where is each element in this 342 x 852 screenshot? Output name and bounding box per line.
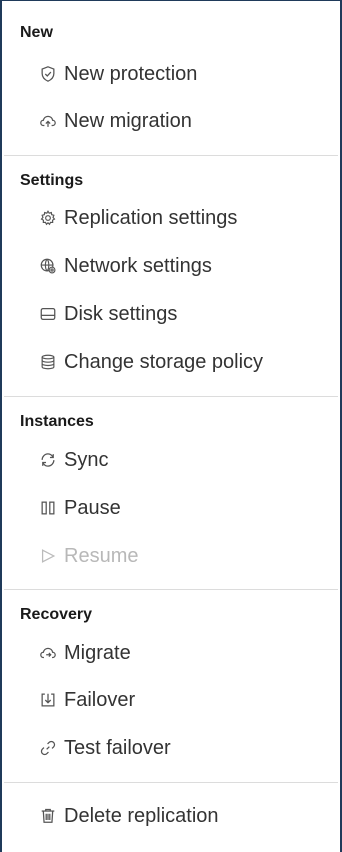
database-icon xyxy=(38,352,58,372)
section-title-recovery: Recovery xyxy=(20,606,93,623)
menu-item-label: New migration xyxy=(64,109,192,132)
divider xyxy=(4,155,338,156)
context-menu: New New protection New migration Setting… xyxy=(0,0,342,852)
menu-item-test-failover[interactable]: Test failover xyxy=(38,733,171,763)
menu-item-label: New protection xyxy=(64,62,198,85)
network-globe-icon xyxy=(38,256,58,276)
menu-item-new-protection[interactable]: New protection xyxy=(38,59,197,89)
section-title-settings: Settings xyxy=(20,172,84,189)
cloud-upload-icon xyxy=(38,111,58,131)
menu-item-disk-settings[interactable]: Disk settings xyxy=(38,299,177,329)
divider xyxy=(4,782,338,783)
menu-item-label: Sync xyxy=(64,448,109,471)
section-title-instances: Instances xyxy=(20,413,94,430)
sync-icon xyxy=(38,450,58,470)
menu-item-delete-replication[interactable]: Delete replication xyxy=(38,801,219,831)
menu-item-change-storage-policy[interactable]: Change storage policy xyxy=(38,347,263,377)
menu-item-label: Change storage policy xyxy=(64,350,264,373)
menu-item-network-settings[interactable]: Network settings xyxy=(38,251,212,281)
menu-item-pause[interactable]: Pause xyxy=(38,493,121,523)
link-icon xyxy=(38,738,58,758)
menu-item-label: Failover xyxy=(64,688,136,711)
menu-item-failover[interactable]: Failover xyxy=(38,685,135,715)
menu-item-migrate[interactable]: Migrate xyxy=(38,638,131,668)
cloud-migrate-icon xyxy=(38,643,58,663)
menu-item-label: Delete replication xyxy=(64,804,219,827)
menu-item-label: Migrate xyxy=(64,641,131,664)
menu-item-new-migration[interactable]: New migration xyxy=(38,106,192,136)
gear-icon xyxy=(38,208,58,228)
divider xyxy=(4,589,338,590)
shield-check-icon xyxy=(38,64,58,84)
play-icon xyxy=(38,546,58,566)
menu-item-replication-settings[interactable]: Replication settings xyxy=(38,203,237,233)
menu-item-label: Pause xyxy=(64,496,121,519)
disk-icon xyxy=(38,304,58,324)
menu-item-label: Test failover xyxy=(64,736,171,759)
menu-item-label: Resume xyxy=(64,544,139,567)
trash-icon xyxy=(38,806,58,826)
menu-item-resume: Resume xyxy=(38,541,138,571)
failover-icon xyxy=(38,690,58,710)
menu-item-label: Disk settings xyxy=(64,302,178,325)
section-title-new: New xyxy=(20,24,53,41)
pause-icon xyxy=(38,498,58,518)
menu-item-label: Replication settings xyxy=(64,206,238,229)
menu-item-sync[interactable]: Sync xyxy=(38,445,108,475)
divider xyxy=(4,396,338,397)
menu-item-label: Network settings xyxy=(64,254,212,277)
